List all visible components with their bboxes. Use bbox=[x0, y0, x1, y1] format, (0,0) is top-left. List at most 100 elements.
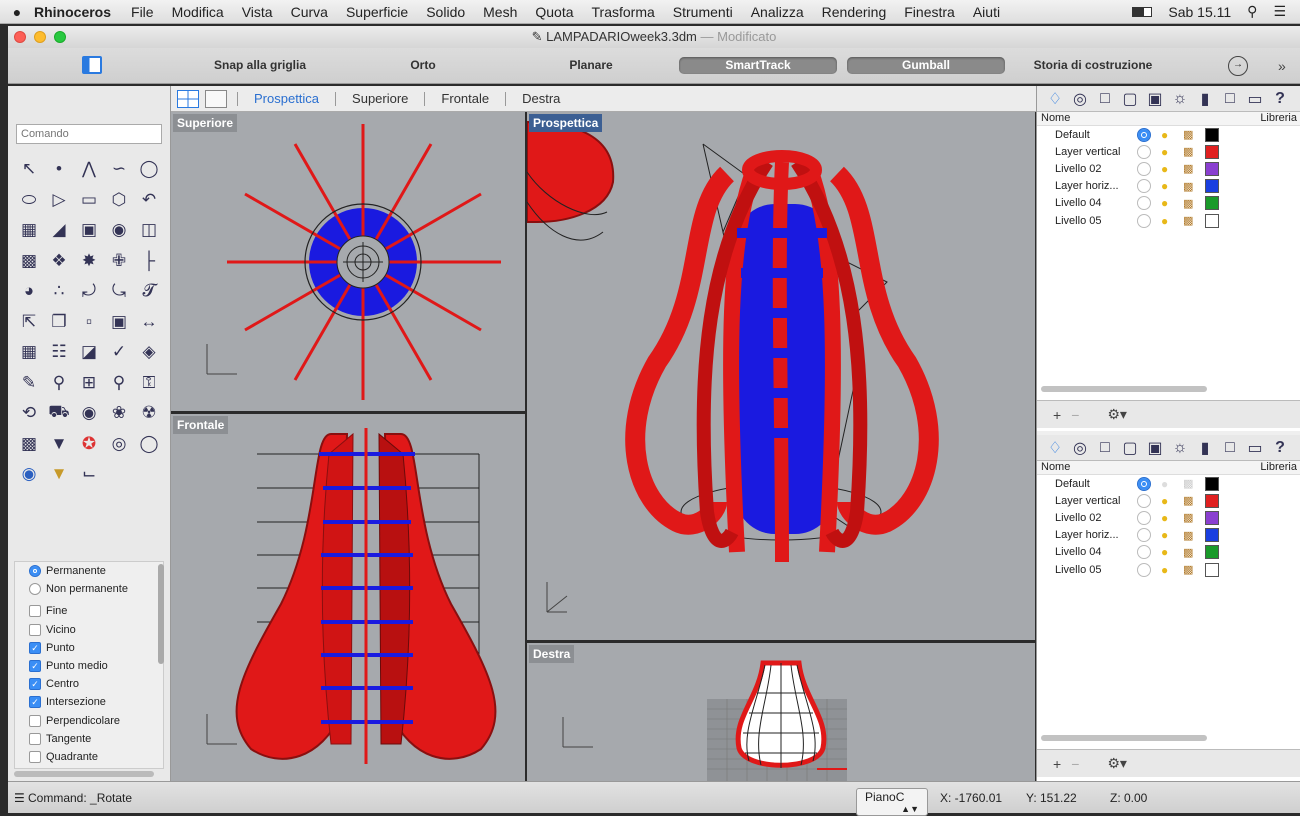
layer-options-gear-icon[interactable]: ⚙▾ bbox=[1107, 755, 1127, 772]
object-cube-tab-icon[interactable]: ▢ bbox=[1120, 438, 1140, 458]
cylinder-solid-icon[interactable]: ◫ bbox=[134, 215, 164, 246]
layer-row-horizontal[interactable]: Layer horiz... ● ▩ bbox=[1037, 178, 1300, 195]
current-layer-radio[interactable] bbox=[1137, 144, 1151, 159]
named-position-icon[interactable]: ❀ bbox=[104, 398, 134, 429]
osnap-tangent-check[interactable]: Tangente bbox=[15, 730, 163, 748]
current-layer-radio[interactable] bbox=[1137, 161, 1151, 176]
tab-perspective[interactable]: Prospettica bbox=[254, 91, 319, 106]
light-bulb-icon[interactable]: ● bbox=[1161, 494, 1177, 508]
viewport-front[interactable]: Frontale bbox=[171, 414, 525, 781]
osnap-center-check[interactable]: ✓ Centro bbox=[15, 675, 163, 693]
frame-tab-icon[interactable]: □ bbox=[1220, 439, 1240, 457]
environment-globe-icon[interactable]: ◎ bbox=[104, 429, 134, 460]
record-history-icon[interactable]: → bbox=[1228, 56, 1248, 76]
lock-icon[interactable]: ▩ bbox=[14, 429, 44, 460]
scale-icon[interactable]: ▣ bbox=[104, 307, 134, 338]
ortho-button[interactable]: Orto bbox=[403, 58, 443, 72]
layers-horizontal-scrollbar[interactable] bbox=[1041, 735, 1207, 741]
zoom-window-button[interactable] bbox=[54, 31, 66, 43]
cplane-dropdown[interactable]: PianoC ▲▼ bbox=[856, 788, 928, 816]
layer-color-swatch[interactable] bbox=[1205, 510, 1219, 525]
add-layer-icon[interactable]: + bbox=[1053, 756, 1061, 772]
select-arrow-icon[interactable]: ↖ bbox=[14, 154, 44, 185]
layers-tab-icon[interactable]: ♢ bbox=[1045, 438, 1065, 458]
menu-strumenti[interactable]: Strumenti bbox=[673, 4, 733, 20]
add-layer-icon[interactable]: + bbox=[1053, 407, 1061, 423]
app-name[interactable]: Rhinoceros bbox=[34, 4, 111, 20]
layer-color-swatch[interactable] bbox=[1205, 196, 1219, 211]
menu-finestra[interactable]: Finestra bbox=[904, 4, 955, 20]
rectangle-icon[interactable]: ▭ bbox=[74, 185, 104, 216]
render-material-icon[interactable]: ▼ bbox=[44, 429, 74, 460]
layer-row-livello-02[interactable]: Livello 02 ● ▩ bbox=[1037, 160, 1300, 177]
clock[interactable]: Sab 15.11 bbox=[1168, 4, 1231, 20]
tab-right[interactable]: Destra bbox=[522, 91, 560, 106]
osnap-midpoint-check[interactable]: ✓ Punto medio bbox=[15, 657, 163, 675]
viewport-label-front[interactable]: Frontale bbox=[173, 416, 229, 434]
checkbox-checked-icon[interactable]: ✓ bbox=[29, 660, 41, 673]
layer-color-swatch[interactable] bbox=[1205, 127, 1219, 142]
join-icon[interactable]: ◕ bbox=[14, 276, 44, 307]
menu-trasforma[interactable]: Trasforma bbox=[592, 4, 655, 20]
menu-aiuti[interactable]: Aiuti bbox=[973, 4, 1000, 20]
osnap-point-check[interactable]: ✓ Punto bbox=[15, 639, 163, 657]
osnap-vertical-scrollbar[interactable] bbox=[158, 564, 164, 664]
analyze-direction-icon[interactable]: ◪ bbox=[74, 337, 104, 368]
checkbox-icon[interactable] bbox=[29, 605, 41, 618]
menu-analizza[interactable]: Analizza bbox=[751, 4, 804, 20]
osnap-quadrant-check[interactable]: Quadrante bbox=[15, 748, 163, 766]
pan-view-icon[interactable]: ⟲ bbox=[14, 398, 44, 429]
viewport-right[interactable]: Destra bbox=[527, 643, 1035, 781]
viewport-label-perspective[interactable]: Prospettica bbox=[529, 114, 603, 132]
osnap-one-shot-radio[interactable]: Non permanente bbox=[15, 580, 163, 598]
layers-tab-icon[interactable]: ♢ bbox=[1045, 89, 1065, 109]
light-bulb-icon[interactable]: ● bbox=[1161, 528, 1177, 542]
osnap-perpendicular-check[interactable]: Perpendicolare bbox=[15, 712, 163, 730]
checkbox-icon[interactable] bbox=[29, 732, 41, 745]
display-tab-icon[interactable]: ▭ bbox=[1245, 438, 1265, 458]
move-icon[interactable]: ⇱ bbox=[14, 307, 44, 338]
lock-icon[interactable]: ▩ bbox=[1183, 546, 1199, 559]
viewport-perspective[interactable]: Prospettica bbox=[527, 112, 1035, 640]
minimize-window-button[interactable] bbox=[34, 31, 46, 43]
command-history-icon[interactable]: ☰ bbox=[14, 791, 25, 805]
layer-row-vertical[interactable]: Layer vertical ● ▩ bbox=[1037, 492, 1300, 509]
layer-color-swatch[interactable] bbox=[1205, 144, 1219, 159]
menu-superficie[interactable]: Superficie bbox=[346, 4, 408, 20]
layer-row-default[interactable]: Default ● ▩ bbox=[1037, 126, 1300, 143]
viewport-label-top[interactable]: Superiore bbox=[173, 114, 238, 132]
lights-tab-icon[interactable]: ☼ bbox=[1170, 439, 1190, 457]
tab-top[interactable]: Superiore bbox=[352, 91, 408, 106]
checkbox-checked-icon[interactable]: ✓ bbox=[29, 696, 41, 709]
four-viewports-layout-icon[interactable] bbox=[177, 89, 199, 108]
check-icon[interactable]: ✓ bbox=[104, 337, 134, 368]
layer-row-livello-02[interactable]: Livello 02 ● ▩ bbox=[1037, 509, 1300, 526]
grid-snap-icon[interactable]: ⌙ bbox=[74, 459, 104, 490]
menu-mesh[interactable]: Mesh bbox=[483, 4, 517, 20]
light-bulb-icon[interactable]: ● bbox=[1161, 179, 1177, 193]
menu-vista[interactable]: Vista bbox=[242, 4, 273, 20]
key-icon[interactable]: ⚿ bbox=[134, 368, 164, 399]
overflow-chevron-icon[interactable]: » bbox=[1278, 58, 1286, 74]
materials-tab-icon[interactable]: ◎ bbox=[1070, 89, 1090, 109]
text-object-icon[interactable]: 𝓣 bbox=[134, 276, 164, 307]
light-bulb-icon[interactable]: ● bbox=[1161, 145, 1177, 159]
remove-layer-icon[interactable]: − bbox=[1071, 756, 1079, 772]
mirror-icon[interactable]: ▫ bbox=[74, 307, 104, 338]
tab-front[interactable]: Frontale bbox=[441, 91, 489, 106]
checkbox-icon[interactable] bbox=[29, 714, 41, 727]
lock-icon[interactable]: ▩ bbox=[1183, 529, 1199, 542]
current-layer-radio[interactable] bbox=[1137, 196, 1151, 211]
checkbox-icon[interactable] bbox=[29, 623, 41, 636]
extrude-curve-icon[interactable]: ◢ bbox=[44, 215, 74, 246]
current-layer-radio[interactable] bbox=[1137, 528, 1151, 543]
remove-layer-icon[interactable]: − bbox=[1071, 407, 1079, 423]
light-bulb-icon[interactable]: ● bbox=[1161, 162, 1177, 176]
current-layer-radio[interactable] bbox=[1137, 213, 1151, 228]
menu-rendering[interactable]: Rendering bbox=[822, 4, 887, 20]
curve-control-points-icon[interactable]: ∽ bbox=[104, 154, 134, 185]
display-tab-icon[interactable]: ▭ bbox=[1245, 89, 1265, 109]
mesh-plane-icon[interactable]: ▩ bbox=[14, 246, 44, 277]
explode-icon[interactable]: ✸ bbox=[74, 246, 104, 277]
lock-icon[interactable]: ▩ bbox=[1183, 477, 1199, 490]
